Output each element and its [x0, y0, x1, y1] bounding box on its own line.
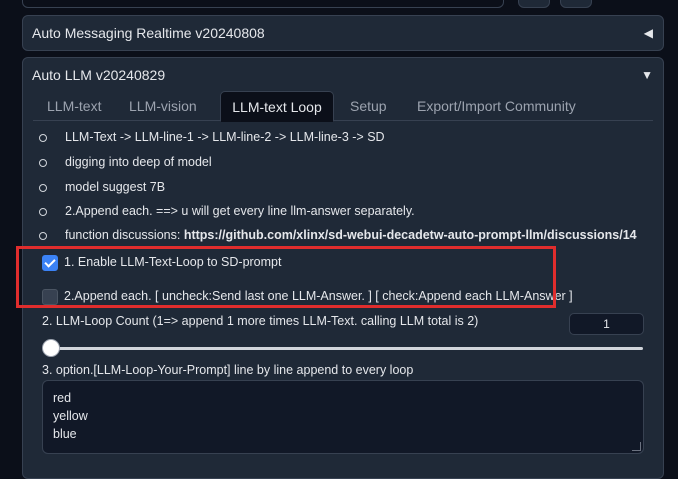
textarea-line: yellow [53, 409, 88, 423]
tab-llm-text-loop[interactable]: LLM-text Loop [220, 91, 334, 122]
tab-export-import-community[interactable]: Export/Import Community [417, 91, 576, 120]
tab-divider [33, 120, 653, 121]
accordion-title[interactable]: Auto LLM v20240829 [32, 67, 165, 83]
resize-handle-icon[interactable] [632, 442, 641, 451]
loop-count-input[interactable]: 1 [569, 313, 644, 335]
loop-count-label: 2. LLM-Loop Count (1=> append 1 more tim… [42, 314, 479, 328]
accordion-title: Auto Messaging Realtime v20240808 [32, 25, 265, 41]
highlight-box [16, 246, 556, 308]
accordion-auto-messaging[interactable]: Auto Messaging Realtime v20240808 ◀ [22, 15, 664, 51]
top-button-1[interactable] [518, 0, 550, 8]
tab-bar: LLM-text LLM-vision LLM-text Loop Setup … [33, 91, 651, 122]
discussion-prefix: function discussions: [65, 228, 184, 242]
top-controls-strip [22, 0, 664, 10]
tab-llm-text[interactable]: LLM-text [47, 91, 101, 120]
loop-count-slider-thumb[interactable] [42, 339, 60, 357]
tab-llm-vision[interactable]: LLM-vision [129, 91, 197, 120]
your-prompt-textarea[interactable]: red yellow blue [42, 380, 644, 454]
expand-arrow-icon[interactable]: ▼ [641, 68, 653, 82]
tab-setup[interactable]: Setup [350, 91, 387, 120]
bullet-icon [39, 208, 47, 216]
top-button-2[interactable] [560, 0, 592, 8]
top-input-field[interactable] [22, 0, 504, 8]
bullet-icon [39, 159, 47, 167]
collapse-arrow-icon[interactable]: ◀ [644, 26, 653, 40]
loop-count-slider-track[interactable] [45, 347, 643, 350]
bullet-icon [39, 184, 47, 192]
textarea-line: red [53, 391, 72, 405]
bullet-icon [39, 232, 47, 240]
textarea-line: blue [53, 427, 77, 441]
discussion-link[interactable]: https://github.com/xlinx/sd-webui-decade… [184, 228, 637, 242]
your-prompt-label: 3. option.[LLM-Loop-Your-Prompt] line by… [42, 363, 414, 377]
bullet-icon [39, 134, 47, 142]
